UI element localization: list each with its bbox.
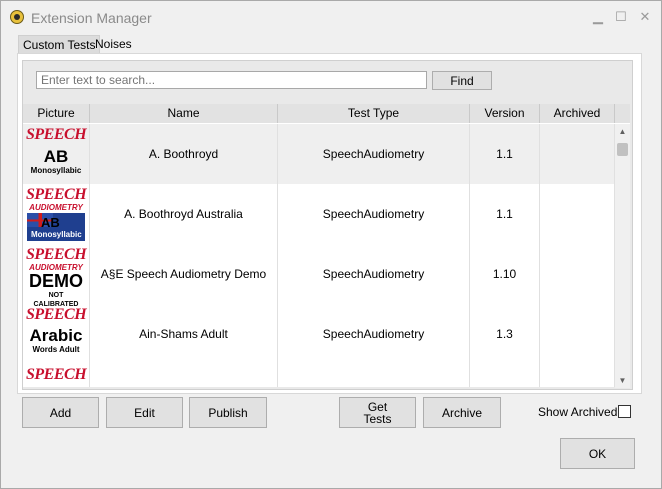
- test-type-cell: SpeechAudiometry: [278, 244, 470, 304]
- test-thumbnail: SPEECH AUDIOMETRY DEMO NOT CALIBRATED: [26, 246, 87, 308]
- test-type-cell: SpeechAudiometry: [278, 304, 470, 364]
- australia-flag-image: AB Monosyllabic: [27, 213, 85, 241]
- scroll-up-icon[interactable]: ▲: [617, 127, 628, 136]
- show-archived-label: Show Archived: [538, 405, 618, 419]
- find-button[interactable]: Find: [432, 71, 492, 90]
- column-header-picture[interactable]: Picture: [23, 104, 90, 123]
- name-cell: [90, 364, 278, 387]
- test-thumbnail: SPEECH Arabic Words Adult: [26, 306, 87, 362]
- publish-button[interactable]: Publish: [189, 397, 267, 428]
- get-tests-button[interactable]: Get Tests: [339, 397, 416, 428]
- header-corner: [615, 104, 630, 123]
- scrollbar-thumb[interactable]: [617, 143, 628, 156]
- thumbnail-top-text: SPEECH: [26, 246, 87, 263]
- title-bar[interactable]: Extension Manager ▁ ☐ ✕: [1, 1, 661, 32]
- column-header-version[interactable]: Version: [470, 104, 540, 123]
- version-cell: 1.1: [470, 124, 540, 184]
- version-cell: 1.1: [470, 184, 540, 244]
- name-cell: A§E Speech Audiometry Demo: [90, 244, 278, 304]
- version-cell: 1.3: [470, 304, 540, 364]
- archived-cell: [540, 124, 615, 184]
- archived-cell: [540, 184, 615, 244]
- thumbnail-top-text: SPEECH: [26, 366, 87, 383]
- window-title: Extension Manager: [31, 10, 152, 26]
- minimize-icon[interactable]: ▁: [590, 9, 606, 25]
- picture-cell: SPEECH AB Monosyllabic: [23, 124, 90, 184]
- table-row[interactable]: SPEECH AUDIOMETRY DEMO NOT CALIBRATED A§…: [23, 244, 615, 308]
- show-archived-checkbox[interactable]: [618, 405, 631, 418]
- scroll-down-icon[interactable]: ▼: [617, 376, 628, 385]
- test-type-cell: SpeechAudiometry: [278, 124, 470, 184]
- thumbnail-bottom-text: Monosyllabic: [31, 230, 82, 239]
- archive-button[interactable]: Archive: [423, 397, 501, 428]
- column-header-archived[interactable]: Archived: [540, 104, 615, 123]
- test-type-cell: SpeechAudiometry: [278, 184, 470, 244]
- thumbnail-top-text: SPEECH: [26, 126, 87, 143]
- version-cell: 1.10: [470, 244, 540, 304]
- thumbnail-top-text: SPEECH: [26, 306, 87, 323]
- thumbnail-main-text: Arabic: [29, 326, 83, 345]
- thumbnail-bottom-text: Words Adult: [32, 345, 80, 354]
- edit-button[interactable]: Edit: [106, 397, 183, 428]
- tab-noises[interactable]: Noises: [91, 35, 136, 53]
- name-cell: A. Boothroyd: [90, 124, 278, 184]
- name-cell: Ain-Shams Adult: [90, 304, 278, 364]
- app-icon: [10, 10, 24, 24]
- tab-custom-tests[interactable]: Custom Tests: [18, 35, 101, 55]
- maximize-icon[interactable]: ☐: [613, 9, 629, 25]
- column-header-name[interactable]: Name: [90, 104, 278, 123]
- ok-button[interactable]: OK: [560, 438, 635, 469]
- test-thumbnail: SPEECH AUDIOMETRY AB Monosyllabic: [26, 186, 87, 242]
- archived-cell: [540, 304, 615, 364]
- search-input[interactable]: [36, 71, 427, 89]
- version-cell: [470, 364, 540, 387]
- thumbnail-main-text: AB: [43, 147, 69, 166]
- thumbnail-main-text: DEMO: [29, 271, 83, 291]
- thumbnail-bottom-text: Monosyllabic: [30, 166, 82, 175]
- thumbnail-top-text: SPEECH: [26, 186, 87, 203]
- picture-cell: SPEECH AUDIOMETRY AB Monosyllabic: [23, 184, 90, 244]
- get-tests-label-line1: Get: [367, 399, 388, 414]
- picture-cell: SPEECH: [23, 364, 90, 387]
- archived-cell: [540, 244, 615, 304]
- thumbnail-sub-text: AUDIOMETRY: [29, 203, 83, 212]
- table-row[interactable]: SPEECH: [23, 364, 615, 387]
- vertical-scrollbar[interactable]: [615, 124, 630, 388]
- picture-cell: SPEECH Arabic Words Adult: [23, 304, 90, 364]
- add-button[interactable]: Add: [22, 397, 99, 428]
- table-row[interactable]: SPEECH AUDIOMETRY AB Monosyllabic A. Boo…: [23, 184, 615, 244]
- name-cell: A. Boothroyd Australia: [90, 184, 278, 244]
- tests-table: Picture Name Test Type Version Archived …: [23, 104, 630, 387]
- test-type-cell: [278, 364, 470, 387]
- table-row[interactable]: SPEECH AB Monosyllabic A. Boothroyd Spee…: [23, 124, 615, 184]
- close-icon[interactable]: ✕: [637, 9, 653, 25]
- column-header-test-type[interactable]: Test Type: [278, 104, 470, 123]
- table-row[interactable]: SPEECH Arabic Words Adult Ain-Shams Adul…: [23, 304, 615, 364]
- get-tests-label-line2: Tests: [363, 411, 392, 426]
- test-thumbnail: SPEECH AB Monosyllabic: [26, 126, 87, 182]
- archived-cell: [540, 364, 615, 387]
- picture-cell: SPEECH AUDIOMETRY DEMO NOT CALIBRATED: [23, 244, 90, 308]
- test-thumbnail: SPEECH: [26, 366, 87, 387]
